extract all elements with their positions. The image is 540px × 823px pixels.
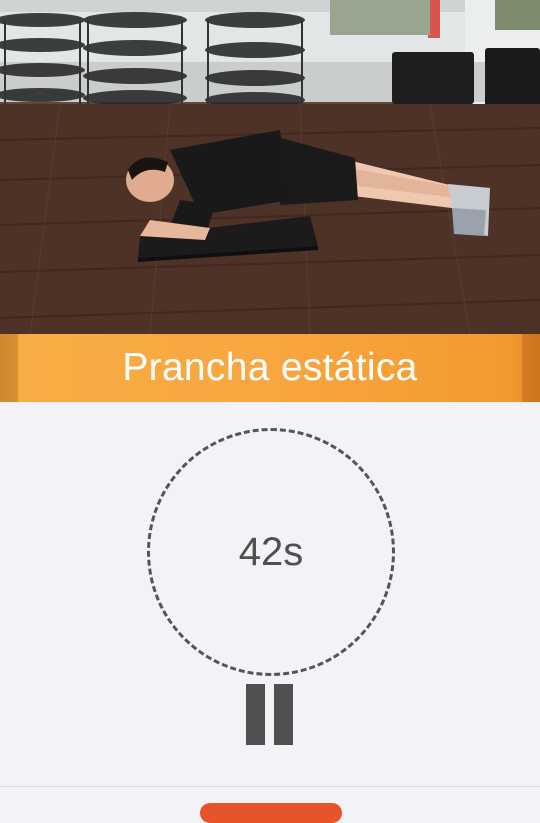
bottom-action-button[interactable] <box>200 803 342 823</box>
exercise-video[interactable] <box>0 0 540 334</box>
title-bar-right-edge <box>522 334 540 402</box>
bottom-divider <box>0 786 540 787</box>
exercise-illustration <box>0 0 540 334</box>
title-bar-left-edge <box>0 334 18 402</box>
exercise-title: Prancha estática <box>122 346 418 389</box>
timer-value: 42s <box>238 529 304 574</box>
exercise-title-bar: Prancha estática <box>0 334 540 402</box>
pause-icon <box>246 684 265 745</box>
countdown-timer: 42s <box>147 428 395 676</box>
pause-button[interactable] <box>240 684 300 748</box>
pause-icon-bar <box>274 684 293 745</box>
